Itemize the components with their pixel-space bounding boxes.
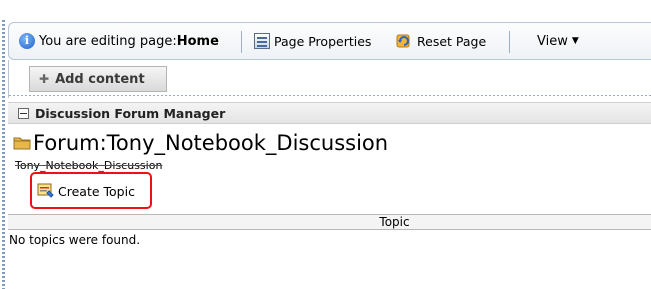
toolbar-separator — [241, 31, 242, 53]
reset-page-label: Reset Page — [417, 33, 487, 49]
reset-icon[interactable] — [395, 32, 413, 50]
forum-title-text: Forum:Tony_Notebook_Discussion — [33, 131, 389, 155]
editing-page-name: Home — [176, 33, 219, 49]
portlet-header: Discussion Forum Manager — [8, 102, 651, 124]
edit-toolbar: i You are editing page: Home Page Proper… — [8, 22, 651, 60]
plus-icon: ✚ — [39, 72, 50, 86]
add-content-label: Add content — [55, 71, 145, 87]
dotted-divider — [9, 95, 651, 96]
editing-prefix: You are editing page: — [39, 33, 177, 49]
add-content-bar: ✚ Add content — [8, 60, 651, 98]
create-topic-link[interactable]: Create Topic — [37, 182, 135, 200]
page-properties-label: Page Properties — [274, 33, 372, 49]
page-properties-link[interactable]: Page Properties — [274, 23, 371, 59]
view-label: View — [537, 33, 568, 49]
reset-page-link[interactable]: Reset Page — [417, 23, 486, 59]
add-content-button[interactable]: ✚ Add content — [29, 66, 167, 92]
forum-title: Forum:Tony_Notebook_Discussion — [13, 130, 388, 156]
column-header: Topic — [379, 215, 410, 229]
info-icon: i — [19, 33, 35, 49]
collapse-icon[interactable] — [18, 107, 29, 119]
create-topic-icon — [37, 183, 54, 198]
chevron-down-icon: ▼ — [571, 36, 579, 46]
forum-subtitle: Tony_Notebook_Discussion — [15, 159, 163, 172]
empty-message: No topics were found. — [9, 233, 141, 247]
page-editor: i You are editing page: Home Page Proper… — [0, 0, 651, 289]
page-properties-icon[interactable] — [254, 33, 270, 49]
toolbar-separator — [509, 31, 510, 53]
portlet-title: Discussion Forum Manager — [35, 105, 226, 121]
editing-status: You are editing page: Home — [39, 23, 219, 59]
page-edge — [2, 20, 5, 289]
create-topic-label: Create Topic — [58, 183, 135, 199]
folder-icon — [13, 137, 31, 150]
table-header-topic[interactable]: Topic — [8, 214, 651, 230]
view-dropdown[interactable]: View ▼ — [537, 23, 579, 59]
